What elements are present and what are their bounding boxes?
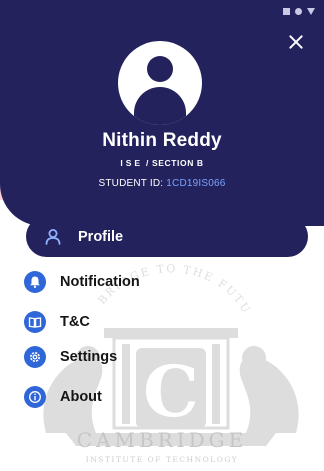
menu-item-label: Notification	[60, 274, 140, 290]
book-icon	[24, 311, 46, 333]
menu-item-profile[interactable]: Profile	[26, 216, 308, 257]
menu-item-label: About	[60, 389, 102, 405]
menu-item-label: T&C	[60, 314, 90, 330]
menu-item-about[interactable]: About	[24, 386, 102, 408]
menu-item-settings[interactable]: Settings	[24, 346, 117, 368]
drawer-menu: Profile Notification T&C Settings About	[0, 0, 324, 471]
menu-item-notification[interactable]: Notification	[24, 271, 140, 293]
bell-icon	[24, 271, 46, 293]
person-icon	[42, 226, 64, 248]
info-icon	[24, 386, 46, 408]
menu-item-tnc[interactable]: T&C	[24, 311, 90, 333]
menu-item-label: Settings	[60, 349, 118, 365]
menu-item-label: Profile	[78, 228, 124, 245]
gear-icon	[24, 346, 46, 368]
